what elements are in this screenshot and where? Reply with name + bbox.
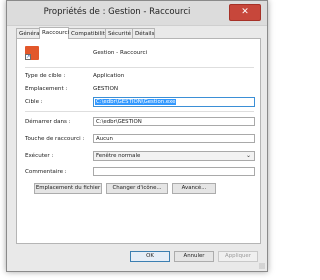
start-in-label: Démarrer dans : bbox=[25, 119, 71, 125]
advanced-button[interactable]: Avancé... bbox=[172, 183, 216, 194]
change-icon-button[interactable]: Changer d'icône... bbox=[106, 183, 168, 194]
target-selected-text: C:\edbr\GESTION\Gestion.exe bbox=[95, 99, 177, 105]
apply-button[interactable]: Appliquer bbox=[218, 251, 258, 262]
shortcut-app-icon: ↗ bbox=[25, 46, 39, 60]
title-bar[interactable]: Propriétés de : Gestion - Raccourci ✕ bbox=[7, 1, 267, 26]
comment-label: Commentaire : bbox=[25, 169, 67, 175]
target-type-label: Type de cible : bbox=[25, 73, 66, 79]
target-location-label: Emplacement : bbox=[25, 86, 68, 92]
divider bbox=[25, 111, 254, 112]
shortcut-panel: ↗ Type de cible : Application Emplacemen… bbox=[16, 38, 261, 244]
tab-general[interactable]: Général bbox=[16, 28, 41, 38]
run-select[interactable]: Fenêtre normale ⌄ bbox=[93, 151, 255, 161]
start-in-field[interactable] bbox=[93, 117, 255, 126]
hotkey-label: Touche de raccourci : bbox=[25, 136, 85, 142]
tab-shortcut[interactable]: Raccourci bbox=[39, 27, 69, 39]
target-location-value: GESTION bbox=[93, 86, 119, 92]
tab-security[interactable]: Sécurité bbox=[105, 28, 133, 38]
resize-grip-icon[interactable] bbox=[259, 263, 265, 269]
tab-details[interactable]: Détails bbox=[132, 28, 155, 38]
run-select-value: Fenêtre normale bbox=[96, 153, 141, 159]
close-button[interactable]: ✕ bbox=[229, 4, 261, 21]
shortcut-arrow-icon: ↗ bbox=[25, 54, 31, 60]
target-field[interactable]: C:\edbr\GESTION\Gestion.exe bbox=[93, 97, 255, 107]
target-type-value: Application bbox=[93, 73, 125, 79]
run-label: Exécuter : bbox=[25, 153, 54, 159]
comment-field[interactable] bbox=[93, 167, 255, 176]
chevron-down-icon: ⌄ bbox=[245, 152, 251, 159]
divider bbox=[25, 67, 254, 68]
target-label: Cible : bbox=[25, 99, 43, 105]
properties-dialog: Propriétés de : Gestion - Raccourci ✕ Gé… bbox=[6, 0, 268, 272]
close-icon: ✕ bbox=[241, 7, 249, 17]
shortcut-name-field[interactable] bbox=[93, 48, 253, 58]
tab-compatibility[interactable]: Compatibilité bbox=[68, 28, 108, 38]
hotkey-field[interactable] bbox=[93, 134, 255, 143]
cancel-button[interactable]: Annuler bbox=[174, 251, 214, 262]
ok-button[interactable]: OK bbox=[130, 251, 170, 262]
open-file-location-button[interactable]: Emplacement du fichier bbox=[34, 183, 102, 194]
window-title: Propriétés de : Gestion - Raccourci bbox=[43, 7, 191, 17]
